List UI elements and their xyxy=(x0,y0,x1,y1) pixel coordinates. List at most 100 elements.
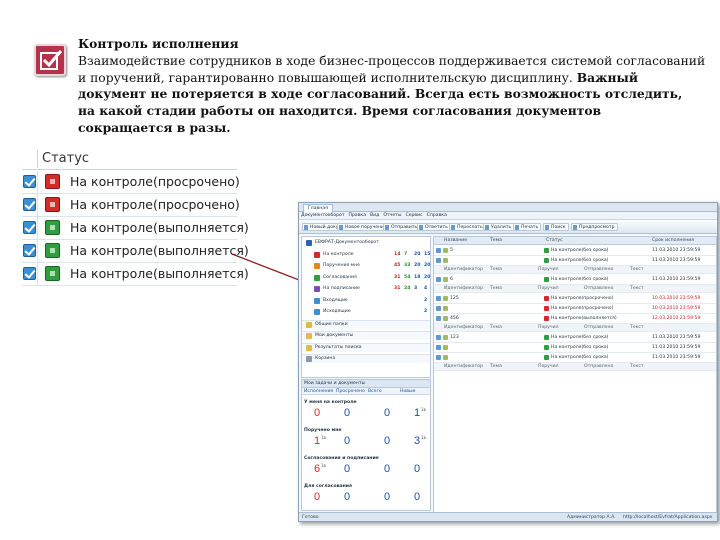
toolbar-button[interactable]: Предпросмотр xyxy=(571,223,618,231)
tree-count: 7 xyxy=(404,251,408,257)
status-row[interactable]: На контроле(выполняется) xyxy=(22,240,249,263)
row-checkbox-icon[interactable] xyxy=(436,277,441,282)
tab-main[interactable]: Главная xyxy=(303,204,333,212)
status-row[interactable]: На контроле(просрочено) xyxy=(22,194,240,217)
summary-tab[interactable]: Новые xyxy=(400,389,415,394)
column-separator xyxy=(37,194,38,216)
row-checkbox-icon[interactable] xyxy=(436,296,441,301)
row-checkbox-icon[interactable] xyxy=(436,345,441,350)
summary-count[interactable]: 3 xyxy=(414,435,420,447)
toolbar-button[interactable]: Новое поручение xyxy=(337,223,390,231)
summary-count[interactable]: 0 xyxy=(344,463,350,475)
toolbar-button[interactable]: Печать xyxy=(513,223,542,231)
status-row[interactable]: На контроле(выполняется) xyxy=(22,217,249,240)
row-checkbox-icon[interactable] xyxy=(436,355,441,360)
row-checkbox[interactable] xyxy=(23,221,36,234)
grid-subheader-cell: Текст xyxy=(630,364,644,369)
grid-row[interactable]: 6 На контроле(без срока) 11.03.2010 23:59:… xyxy=(434,275,716,285)
description-line-4: на какой стадии работы он находится. Вре… xyxy=(78,103,602,119)
summary-count[interactable]: 0 xyxy=(344,407,350,419)
row-checkbox-icon[interactable] xyxy=(436,258,441,263)
summary-count[interactable]: 1 xyxy=(414,407,420,419)
toolbar-button[interactable]: Переслать xyxy=(449,223,486,231)
summary-count[interactable]: 0 xyxy=(384,491,390,503)
row-checkbox[interactable] xyxy=(23,175,36,188)
tree-item-label: На подписание xyxy=(323,286,360,291)
row-checkbox-icon[interactable] xyxy=(436,306,441,311)
grid-row[interactable]: 5 На контроле(без срока) 11.03.2010 23:59:… xyxy=(434,246,716,256)
document-icon xyxy=(443,306,448,311)
grid-subheader-cell: Тема xyxy=(490,364,502,369)
row-checkbox[interactable] xyxy=(23,198,36,211)
summary-count[interactable]: 0 xyxy=(384,435,390,447)
row-checkbox-icon[interactable] xyxy=(436,335,441,340)
summary-count[interactable]: 0 xyxy=(314,491,320,503)
grid-row[interactable]: 123 На контроле(без срока) 11.03.2010 23:5… xyxy=(434,333,716,343)
summary-count[interactable]: 0 xyxy=(314,407,320,419)
menu-item[interactable]: Правка xyxy=(349,213,366,218)
summary-count[interactable]: 0 xyxy=(384,463,390,475)
row-checkbox-icon[interactable] xyxy=(436,316,441,321)
summary-count[interactable]: 0 xyxy=(384,407,390,419)
toolbar-button[interactable]: Ответить xyxy=(417,223,451,231)
tree-item[interactable]: Входящие 2 xyxy=(302,297,430,306)
summary-count[interactable]: 0 xyxy=(344,435,350,447)
tree-item[interactable]: ЕВФРАТ-Документооборот xyxy=(302,239,430,248)
status-column-header[interactable]: Статус xyxy=(22,148,237,170)
status-row[interactable]: На контроле(просрочено) xyxy=(22,171,240,194)
menu-item[interactable]: Отчеты xyxy=(383,213,401,218)
description-line-2-plain: и поручений, гарантированно повышающей и… xyxy=(78,70,573,85)
grid-row[interactable]: На контроле(без срока) 11.03.2010 23:59:5… xyxy=(434,353,716,363)
grid-row[interactable]: 456 На контроле(выполняется) 12.03.2010 23… xyxy=(434,314,716,324)
toolbar-button[interactable]: Поиск xyxy=(543,223,569,231)
description-line-2-bold: Важный xyxy=(576,69,638,85)
tree-item[interactable]: Общие папки xyxy=(302,319,430,329)
grid-row[interactable]: На контроле(просрочено) 10.03.2010 23:59:… xyxy=(434,304,716,314)
status-text: На контроле(выполняется) xyxy=(70,220,249,235)
grid-row[interactable]: На контроле(без срока) 11.03.2010 23:59:5… xyxy=(434,343,716,353)
summary-tab[interactable]: Всего xyxy=(368,389,382,394)
grid-subheader: Идентификатор Тема Поручил Отправлено Текст xyxy=(434,266,716,274)
summary-count[interactable]: 6 xyxy=(314,463,320,475)
menu-item[interactable]: Сервис xyxy=(405,213,422,218)
overdue-status-icon xyxy=(544,316,549,321)
app-screenshot: Главная Документооборот Правка Вид Отчеты Се… xyxy=(298,202,718,522)
tree-item[interactable]: Согласования 31 54 18 20 xyxy=(302,274,430,283)
row-checkbox[interactable] xyxy=(23,244,36,257)
column-separator xyxy=(37,263,38,285)
grid-column-header[interactable]: Статус xyxy=(546,238,563,243)
grid-column-header[interactable]: Тема xyxy=(490,238,502,243)
tree-item[interactable]: На подписание 31 24 3 4 xyxy=(302,285,430,294)
tree-item[interactable]: Мои документы xyxy=(302,331,430,340)
grid-column-header[interactable]: Срок исполнения xyxy=(652,238,694,243)
tree-item[interactable]: Исходящие 2 xyxy=(302,308,430,317)
grid-column-header[interactable]: Название xyxy=(444,238,467,243)
summary-count[interactable]: 0 xyxy=(414,491,420,503)
document-name: 125 xyxy=(450,296,459,301)
summary-tab[interactable]: Исполнение xyxy=(304,389,333,394)
in-progress-status-icon xyxy=(45,220,60,235)
tree-item[interactable]: Результаты поиска xyxy=(302,342,430,352)
status-row[interactable]: На контроле(выполняется) xyxy=(22,263,249,286)
grid-subheader: Идентификатор Тема Поручил Отправлено Текст xyxy=(434,285,716,293)
toolbar-button[interactable]: Отправить xyxy=(383,223,421,231)
grid-row[interactable]: 125 На контроле(просрочено) 10.03.2010 23:… xyxy=(434,294,716,304)
summary-tab[interactable]: Просрочено xyxy=(336,389,365,394)
summary-count[interactable]: 0 xyxy=(414,463,420,475)
app-menubar: Документооборот Правка Вид Отчеты Сервис Спра… xyxy=(299,212,717,220)
menu-item[interactable]: Вид xyxy=(370,213,379,218)
tree-item[interactable]: Корзина xyxy=(302,354,430,363)
summary-count[interactable]: 1 xyxy=(314,435,320,447)
row-checkbox-icon[interactable] xyxy=(436,248,441,253)
summary-count[interactable]: 0 xyxy=(344,491,350,503)
app-tabbar: Главная xyxy=(299,203,717,212)
menu-item[interactable]: Справка xyxy=(427,213,447,218)
grid-row[interactable]: На контроле(без срока) 11.03.2010 23:59:5… xyxy=(434,256,716,266)
grid-subheader-cell: Идентификатор xyxy=(444,325,484,330)
toolbar-button[interactable]: Удалить xyxy=(483,223,515,231)
tree-item[interactable]: Поручения мне 45 33 20 20 xyxy=(302,262,430,271)
tree-item[interactable]: На контроле 14 7 20 15 xyxy=(302,251,430,260)
row-checkbox[interactable] xyxy=(23,267,36,280)
status-text: На контроле(выполняется) xyxy=(70,266,249,281)
menu-item[interactable]: Документооборот xyxy=(301,213,345,218)
